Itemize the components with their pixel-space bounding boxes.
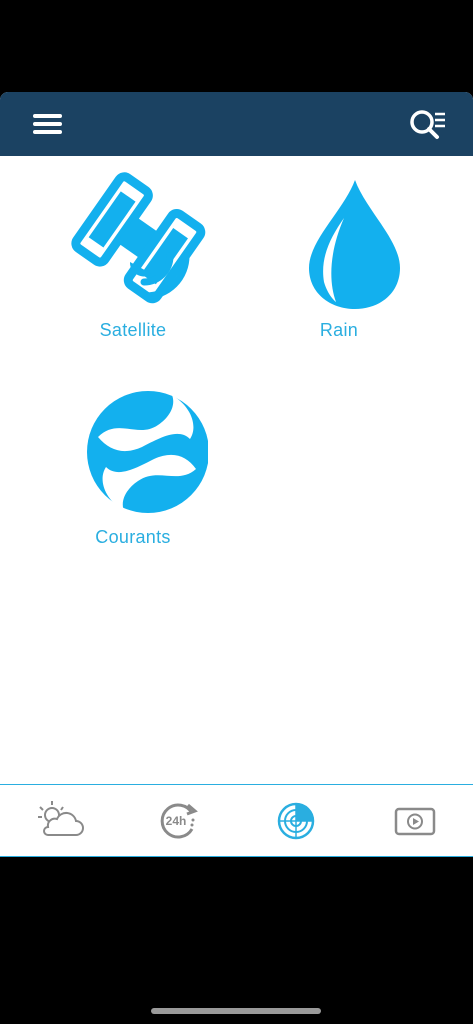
menu-button[interactable] <box>26 106 70 142</box>
video-play-icon <box>394 807 436 836</box>
24h-forecast-icon: 24h <box>160 803 198 839</box>
bottom-tab-bar: 24h <box>0 784 473 857</box>
tab-video[interactable] <box>384 795 444 847</box>
weather-cloud-sun-icon <box>38 801 84 836</box>
phone-screen: Satellite Rain Courants 24h <box>0 0 473 1024</box>
home-indicator[interactable] <box>151 1008 321 1014</box>
hamburger-menu-icon <box>33 114 62 134</box>
currents-icon <box>87 391 208 513</box>
radar-icon <box>277 802 315 840</box>
tile-rain[interactable]: Rain <box>249 170 429 360</box>
satellite-icon <box>71 172 206 304</box>
search-button[interactable] <box>404 104 450 144</box>
tile-satellite[interactable]: Satellite <box>43 170 223 360</box>
search-list-icon <box>410 110 445 139</box>
tab-radar[interactable] <box>266 795 326 847</box>
tab-24h-forecast[interactable]: 24h <box>148 795 208 847</box>
top-bar <box>0 92 473 156</box>
tab-weather[interactable] <box>30 795 90 847</box>
tab-24h-label: 24h <box>166 814 187 828</box>
rain-drop-icon <box>309 180 400 309</box>
tile-courants-label: Courants <box>95 527 171 547</box>
app-window: Satellite Rain Courants 24h <box>0 92 473 857</box>
tile-rain-label: Rain <box>319 320 359 340</box>
tile-courants[interactable]: Courants <box>43 377 223 567</box>
tile-satellite-label: Satellite <box>99 320 167 340</box>
